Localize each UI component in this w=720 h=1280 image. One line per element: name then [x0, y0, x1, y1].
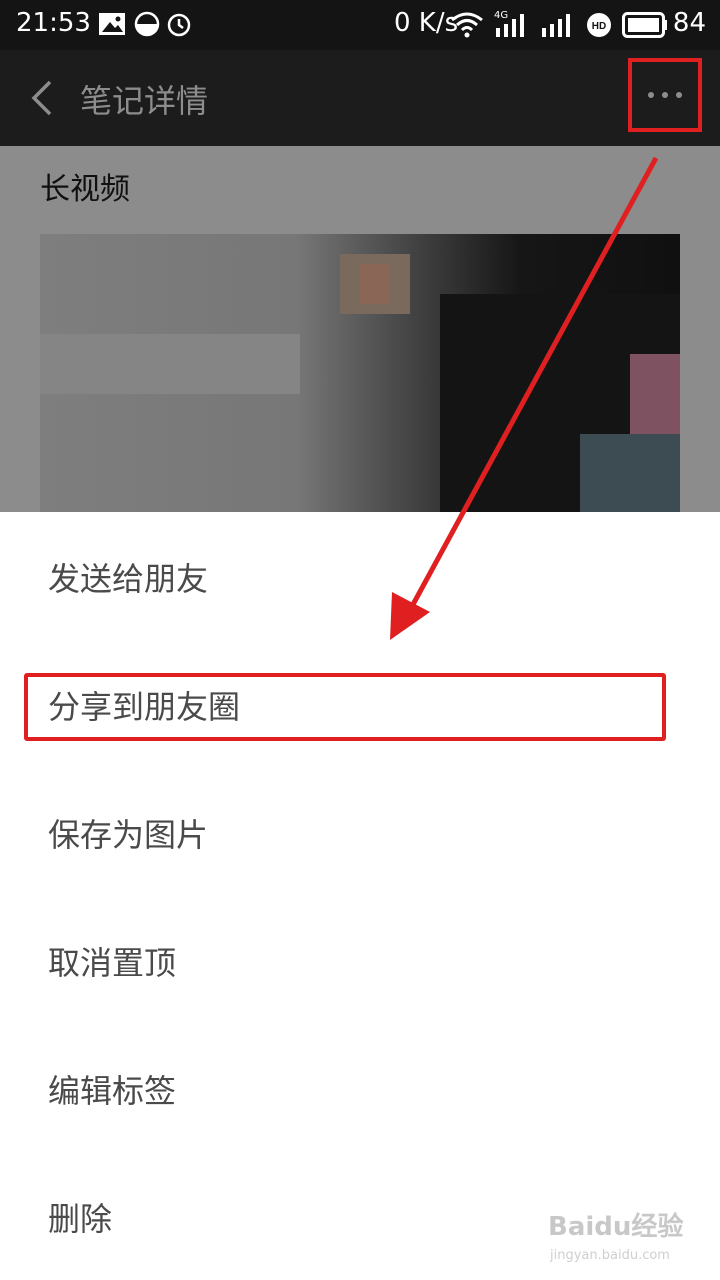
- menu-item-unpin[interactable]: 取消置顶: [0, 896, 720, 1024]
- chevron-left-icon[interactable]: [24, 78, 64, 118]
- wifi-icon: [451, 12, 483, 38]
- battery-level: 84: [672, 8, 706, 38]
- net-speed: 0 K/s: [394, 8, 459, 38]
- video-thumbnail[interactable]: [40, 234, 680, 512]
- menu-item-label: 取消置顶: [48, 944, 177, 982]
- highlight-box: [24, 673, 666, 741]
- page-title: 笔记详情: [80, 82, 209, 120]
- more-dots-icon: [648, 92, 654, 98]
- image-icon: [99, 13, 125, 35]
- hd-icon: HD: [587, 13, 611, 37]
- data-saver-icon: [134, 11, 160, 37]
- menu-item-edit-tags[interactable]: 编辑标签: [0, 1024, 720, 1152]
- menu-item-label: 删除: [48, 1200, 113, 1238]
- menu-item-save-as-image[interactable]: 保存为图片: [0, 768, 720, 896]
- signal-icon: [542, 14, 570, 37]
- watermark-brand: Baidu经验: [548, 1212, 684, 1242]
- battery-icon: [622, 12, 667, 38]
- note-title: 长视频: [40, 172, 130, 207]
- menu-item-label: 保存为图片: [48, 816, 209, 854]
- watermark-site: jingyan.baidu.com: [550, 1248, 670, 1263]
- menu-item-label: 编辑标签: [48, 1072, 177, 1110]
- status-bar: 21:53 0 K/s 4G HD 84: [0, 0, 720, 50]
- note-content: 长视频: [0, 146, 720, 512]
- menu-item-label: 发送给朋友: [48, 560, 209, 598]
- action-sheet: 发送给朋友 分享到朋友圈 保存为图片 取消置顶 编辑标签 删除: [0, 512, 720, 1280]
- alarm-icon: [167, 13, 191, 37]
- more-button[interactable]: [628, 58, 702, 132]
- menu-item-send-to-friend[interactable]: 发送给朋友: [0, 512, 720, 640]
- signal-icon: [496, 14, 524, 37]
- status-time: 21:53: [16, 8, 91, 38]
- app-bar: 笔记详情: [0, 50, 720, 146]
- svg-text:HD: HD: [592, 21, 606, 32]
